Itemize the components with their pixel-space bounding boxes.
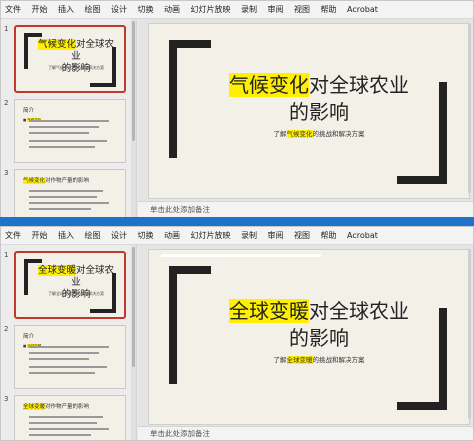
thumb-heading: 全球变暖对作物产量的影响 xyxy=(23,404,90,410)
thumbnail-scrollbar[interactable] xyxy=(131,19,136,217)
slide-title[interactable]: 全球变暖对全球农业 的影响 xyxy=(189,298,449,352)
text-line xyxy=(29,202,109,204)
scrollbar-thumb[interactable] xyxy=(132,247,135,367)
menu-acrobat[interactable]: Acrobat xyxy=(347,5,378,14)
text-line xyxy=(29,372,95,374)
decor-bar xyxy=(24,259,28,295)
slide-number: 2 xyxy=(4,325,9,333)
decor-bar xyxy=(24,259,42,263)
text-line xyxy=(29,428,109,430)
menu-design[interactable]: 设计 xyxy=(111,230,127,241)
menu-animations[interactable]: 动画 xyxy=(164,4,180,15)
decor-bar xyxy=(169,266,211,274)
decor-bar xyxy=(169,266,177,384)
menu-file[interactable]: 文件 xyxy=(5,4,21,15)
thumb-subtitle: 了解气候变化的挑战和解决方案 xyxy=(48,65,104,70)
menu-draw[interactable]: 绘图 xyxy=(85,230,101,241)
slide-thumbnail-1[interactable]: 气候变化对全球农业 的影响 了解气候变化的挑战和解决方案 xyxy=(14,25,126,93)
canvas-scrollbar[interactable] xyxy=(468,249,471,419)
menu-review[interactable]: 审阅 xyxy=(268,230,284,241)
text-line xyxy=(29,346,109,348)
menu-draw[interactable]: 绘图 xyxy=(85,4,101,15)
decor-bar xyxy=(24,33,28,69)
slide-thumbnail-2[interactable]: 简介 ■ 气候变化 xyxy=(14,99,126,163)
notes-pane[interactable]: 单击此处添加备注 xyxy=(138,201,473,217)
text-line xyxy=(29,208,91,210)
thumb-heading: 气候变化对作物产量的影响 xyxy=(23,178,90,184)
text-line xyxy=(29,120,109,122)
slide-subtitle[interactable]: 了解全球变暖的挑战和解决方案 xyxy=(189,354,449,364)
menu-acrobat[interactable]: Acrobat xyxy=(347,231,378,240)
thumb-subtitle: 了解全球变暖的挑战和解决方案 xyxy=(48,291,104,296)
decor-bar xyxy=(90,83,116,87)
menu-view[interactable]: 视图 xyxy=(294,4,310,15)
slide-number: 1 xyxy=(4,25,9,33)
menu-home[interactable]: 开始 xyxy=(32,4,48,15)
slide-thumbnail-3[interactable]: 气候变化对作物产量的影响 xyxy=(14,169,126,217)
menu-slideshow[interactable]: 幻灯片放映 xyxy=(191,4,231,15)
menu-animations[interactable]: 动画 xyxy=(164,230,180,241)
text-line xyxy=(29,352,99,354)
decor-bar xyxy=(397,402,447,410)
powerpoint-window-top: 文件 开始 插入 绘图 设计 切换 动画 幻灯片放映 录制 审阅 视图 帮助 A… xyxy=(0,0,474,218)
scrollbar-thumb[interactable] xyxy=(132,21,135,141)
menu-home[interactable]: 开始 xyxy=(32,230,48,241)
slide-number: 2 xyxy=(4,99,9,107)
slide-title[interactable]: 气候变化对全球农业 的影响 xyxy=(189,72,449,126)
menu-file[interactable]: 文件 xyxy=(5,230,21,241)
menu-help[interactable]: 帮助 xyxy=(321,230,337,241)
menu-design[interactable]: 设计 xyxy=(111,4,127,15)
decor-bar xyxy=(397,176,447,184)
slide-thumbnail-1[interactable]: 全球变暖对全球农业 的影响 了解全球变暖的挑战和解决方案 xyxy=(14,251,126,319)
powerpoint-window-bottom: 文件 开始 插入 绘图 设计 切换 动画 幻灯片放映 录制 审阅 视图 帮助 A… xyxy=(0,226,474,441)
menu-record[interactable]: 录制 xyxy=(241,4,257,15)
menu-insert[interactable]: 插入 xyxy=(58,230,74,241)
slide-thumbnail-2[interactable]: 简介 ■ 全球变暖 xyxy=(14,325,126,389)
text-line xyxy=(29,416,103,418)
window-divider xyxy=(0,217,474,226)
slide-thumbnail-panel[interactable]: 1 气候变化对全球农业的影响 了解气候变化的挑战和解决方案 2 简介 ■ 气候变… xyxy=(1,19,137,217)
menu-transitions[interactable]: 切换 xyxy=(138,230,154,241)
decor-bar xyxy=(169,40,177,158)
slide-thumbnail-3[interactable]: 全球变暖对作物产量的影响 xyxy=(14,395,126,440)
notes-pane[interactable]: 单击此处添加备注 xyxy=(138,426,473,440)
menu-help[interactable]: 帮助 xyxy=(321,4,337,15)
slide-number: 1 xyxy=(4,251,9,259)
text-line xyxy=(29,434,91,436)
slide-editing-canvas: 全球变暖对全球农业 的影响 了解全球变暖的挑战和解决方案 xyxy=(138,245,473,427)
text-line xyxy=(29,126,99,128)
text-line xyxy=(29,358,89,360)
decor-bar xyxy=(90,309,116,313)
text-line xyxy=(29,140,107,142)
text-line xyxy=(29,132,89,134)
decor-bar xyxy=(169,40,211,48)
thumb-heading: 简介 xyxy=(23,108,35,114)
current-slide[interactable]: 气候变化对全球农业 的影响 了解气候变化的挑战和解决方案 xyxy=(148,23,470,199)
current-slide[interactable]: 全球变暖对全球农业 的影响 了解全球变暖的挑战和解决方案 xyxy=(148,249,470,425)
slide-number: 3 xyxy=(4,395,9,403)
text-line xyxy=(29,196,97,198)
thumb-heading: 简介 xyxy=(23,334,35,340)
menu-insert[interactable]: 插入 xyxy=(58,4,74,15)
slide-editing-canvas: 气候变化对全球农业 的影响 了解气候变化的挑战和解决方案 xyxy=(138,19,473,201)
ribbon-menu-bar: 文件 开始 插入 绘图 设计 切换 动画 幻灯片放映 录制 审阅 视图 帮助 A… xyxy=(1,1,473,19)
slide-subtitle[interactable]: 了解气候变化的挑战和解决方案 xyxy=(189,128,449,138)
selection-outline xyxy=(161,254,321,257)
slide-thumbnail-panel[interactable]: 1 全球变暖对全球农业的影响 了解全球变暖的挑战和解决方案 2 简介 ■ 全球变… xyxy=(1,245,137,440)
canvas-scrollbar[interactable] xyxy=(468,23,471,193)
ribbon-menu-bar: 文件 开始 插入 绘图 设计 切换 动画 幻灯片放映 录制 审阅 视图 帮助 A… xyxy=(1,227,473,245)
text-line xyxy=(29,146,95,148)
menu-transitions[interactable]: 切换 xyxy=(138,4,154,15)
menu-record[interactable]: 录制 xyxy=(241,230,257,241)
decor-bar xyxy=(24,33,42,37)
slide-number: 3 xyxy=(4,169,9,177)
menu-view[interactable]: 视图 xyxy=(294,230,310,241)
text-line xyxy=(29,190,103,192)
text-line xyxy=(29,422,97,424)
text-line xyxy=(29,366,107,368)
menu-slideshow[interactable]: 幻灯片放映 xyxy=(191,230,231,241)
menu-review[interactable]: 审阅 xyxy=(268,4,284,15)
thumbnail-scrollbar[interactable] xyxy=(131,245,136,440)
